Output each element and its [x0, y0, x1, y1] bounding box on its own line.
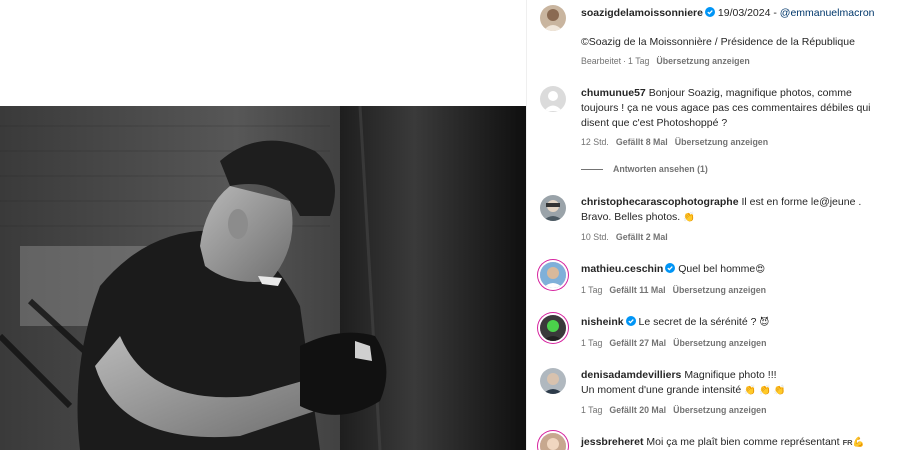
nisheink-avatar-image: [540, 315, 566, 341]
comment-line: toujours ! ça ne vous agace pas ces comm…: [581, 102, 871, 114]
comment-line: Bonjour Soazig, magnifique photos, comme: [648, 87, 852, 99]
comment-username[interactable]: denisadamdevilliers: [581, 369, 681, 381]
comment-username[interactable]: mathieu.ceschin: [581, 263, 663, 275]
comment-translate-button[interactable]: Übersetzung anzeigen: [673, 338, 766, 348]
post-top-area: [0, 0, 526, 106]
comment-text: denisadamdevilliers Magnifique photo !!!…: [581, 368, 888, 398]
verified-badge-icon: [704, 7, 715, 17]
comment-text: christophecarascophotographe Il est en f…: [581, 195, 888, 225]
comment-translate-button[interactable]: Übersetzung anzeigen: [673, 285, 766, 295]
comment-meta: 12 Std. Gefällt 8 Mal Übersetzung anzeigen: [581, 136, 775, 148]
comment-meta: 1 Tag Gefällt 27 Mal Übersetzung anzeigen: [581, 337, 773, 349]
post-photo[interactable]: [0, 106, 526, 450]
comment-likes[interactable]: Gefällt 20 Mal: [609, 405, 666, 415]
comment-avatar[interactable]: [540, 433, 566, 450]
replies-line: [581, 168, 603, 170]
comment-line: Il est en forme le@jeune .: [741, 196, 862, 208]
post-author-username[interactable]: soazigdelamoissonniere: [581, 7, 703, 19]
comment-line: Bravo. Belles photos.: [581, 211, 681, 223]
comment-username[interactable]: nisheink: [581, 316, 624, 328]
comment-line: Moi ça me plaît bien comme représentant: [646, 436, 840, 448]
heart-eyes-emoji-icon: 😍: [755, 264, 766, 275]
verified-badge-icon: [665, 263, 676, 273]
comment-line: Un moment d'une grande intensité: [581, 384, 742, 396]
comment-avatar[interactable]: [540, 86, 566, 112]
mathieu-avatar-image: [540, 262, 566, 288]
comment-avatar[interactable]: [540, 315, 566, 341]
comment-text: nisheink Le secret de la sérénité ? 😈: [581, 315, 888, 330]
comment-time: 12 Std.: [581, 137, 609, 147]
comment-username[interactable]: christophecarascophotographe: [581, 196, 739, 208]
flexed-arm-emoji-icon: 💪: [852, 437, 865, 448]
post-time: 1 Tag: [628, 56, 650, 66]
comment-text: chumunue57 Bonjour Soazig, magnifique ph…: [581, 86, 888, 131]
author-avatar-image: [540, 5, 566, 31]
comment-avatar[interactable]: [540, 262, 566, 288]
comment-username[interactable]: chumunue57: [581, 87, 646, 99]
comment-likes[interactable]: Gefällt 2 Mal: [616, 232, 668, 242]
comment-username[interactable]: jessbreheret: [581, 436, 643, 448]
comment-avatar[interactable]: [540, 195, 566, 221]
comment-avatar[interactable]: [540, 368, 566, 394]
post-mention[interactable]: @emmanuelmacron: [780, 7, 875, 19]
post-caption: ©Soazig de la Moissonnière / Présidence …: [581, 36, 855, 48]
verified-badge-icon: [625, 316, 636, 326]
devil-emoji-icon: 😈: [759, 317, 770, 328]
comment-time: 1 Tag: [581, 338, 603, 348]
post-edited: Bearbeitet: [581, 56, 622, 66]
jess-avatar-image: [540, 433, 566, 450]
view-replies-label: Antworten ansehen (1): [613, 164, 708, 174]
comment-translate-button[interactable]: Übersetzung anzeigen: [675, 137, 768, 147]
post-translate-button[interactable]: Übersetzung anzeigen: [656, 56, 749, 66]
comment-line: Le secret de la sérénité ?: [638, 316, 757, 328]
france-flag-icon: FR: [842, 438, 853, 447]
comment-likes[interactable]: Gefällt 11 Mal: [609, 285, 665, 295]
comment-meta: 1 Tag Gefällt 20 Mal Übersetzung anzeigen: [581, 404, 773, 416]
clap-emoji-icon: 👏 👏 👏: [744, 385, 786, 396]
comment-meta: 1 Tag Gefällt 11 Mal Übersetzung anzeigen: [581, 284, 773, 296]
post-separator: -: [773, 7, 777, 19]
comment-time: 10 Std.: [581, 232, 609, 242]
christophe-avatar-image: [540, 195, 566, 221]
comment-time: 1 Tag: [581, 405, 603, 415]
clap-emoji-icon: 👏: [683, 212, 695, 223]
denis-avatar-image: [540, 368, 566, 394]
post-header: soazigdelamoissonniere 19/03/2024 - @emm…: [581, 6, 888, 21]
boxer-photo-image: [0, 106, 526, 450]
comment-translate-button[interactable]: Übersetzung anzeigen: [673, 405, 766, 415]
comment-text: jessbreheret Moi ça me plaît bien comme …: [581, 435, 888, 450]
view-replies-button[interactable]: Antworten ansehen (1): [581, 164, 708, 174]
post-meta: Bearbeitet · 1 Tag Übersetzung anzeigen: [581, 55, 757, 67]
post-meta-dot: ·: [623, 56, 627, 66]
default-avatar-image: [540, 86, 566, 112]
comment-line: disent que c'est Photoshoppé ?: [581, 117, 728, 129]
comment-meta: 10 Std. Gefällt 2 Mal: [581, 231, 675, 243]
post-date: 19/03/2024: [717, 7, 771, 19]
comments-panel: soazigdelamoissonniere 19/03/2024 - @emm…: [527, 0, 900, 450]
comment-text: mathieu.ceschin Quel bel homme😍: [581, 262, 888, 277]
comment-likes[interactable]: Gefällt 27 Mal: [609, 338, 666, 348]
comment-line: Quel bel homme: [678, 263, 756, 275]
comment-likes[interactable]: Gefällt 8 Mal: [616, 137, 668, 147]
author-avatar[interactable]: [540, 5, 566, 31]
comment-time: 1 Tag: [581, 285, 603, 295]
comment-line: Magnifique photo !!!: [684, 369, 777, 381]
